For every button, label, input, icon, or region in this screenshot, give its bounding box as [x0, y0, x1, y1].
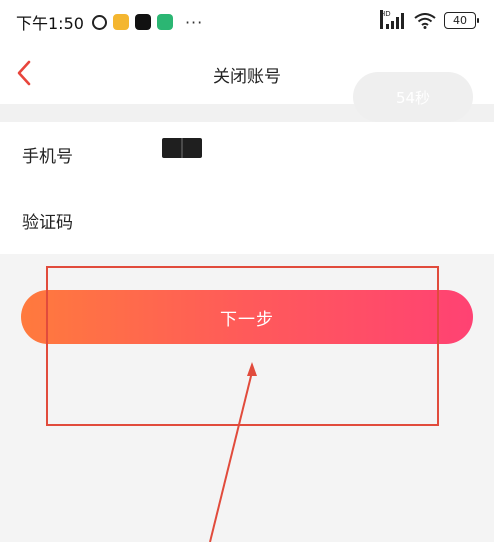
phone-number-redacted [162, 138, 202, 158]
capcut-icon [134, 14, 151, 30]
shield-app-icon [156, 14, 173, 30]
hd-label: HD [380, 9, 391, 29]
verification-form: 手机号 验证码 [0, 122, 494, 254]
code-label: 验证码 [22, 213, 73, 233]
code-row: 验证码 [0, 188, 494, 254]
system-indicators: HD 40 [380, 9, 479, 29]
phone-label: 手机号 [22, 147, 73, 167]
alarm-icon [91, 14, 107, 30]
resend-code-countdown-button[interactable]: 54秒 [353, 72, 473, 122]
battery-icon: 40 [444, 12, 479, 29]
status-time: 下午1:50 [16, 14, 84, 33]
verification-code-input[interactable] [162, 206, 332, 236]
app-notify-icon [112, 14, 129, 30]
status-bar: 下午1:50 ··· HD 40 [0, 0, 494, 44]
signal-icon: HD [380, 9, 404, 29]
wifi-icon [414, 12, 436, 29]
more-notifications-indicator: ··· [184, 12, 204, 32]
annotation-highlight-box [46, 266, 439, 426]
phone-row: 手机号 [0, 122, 494, 188]
